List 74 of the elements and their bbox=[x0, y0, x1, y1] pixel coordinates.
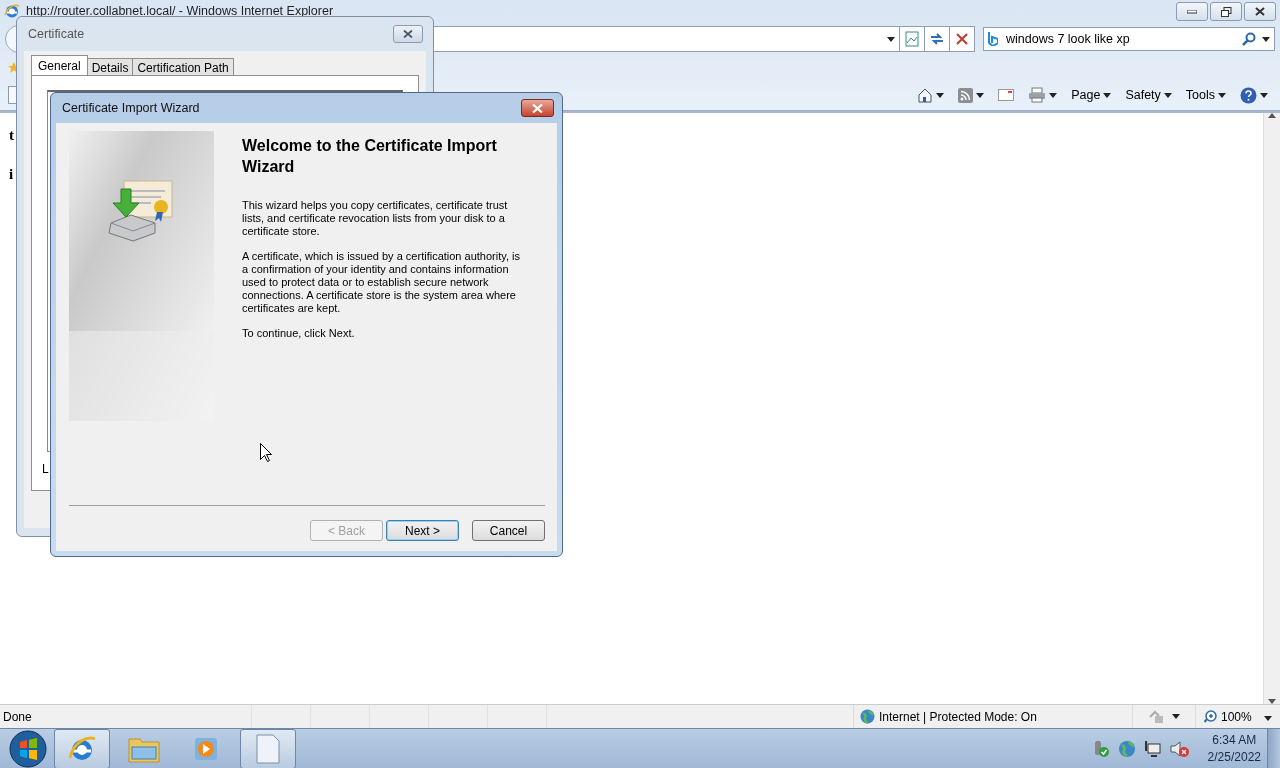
dropdown-icon bbox=[887, 36, 895, 42]
dialog-button[interactable]: Next > bbox=[386, 520, 459, 541]
caret-icon bbox=[1218, 92, 1226, 98]
help-icon bbox=[1240, 86, 1257, 104]
panel-text: L bbox=[42, 461, 49, 476]
dropdown-icon bbox=[1262, 36, 1270, 42]
close-icon bbox=[532, 103, 543, 113]
dialog-title: Certificate Import Wizard bbox=[62, 101, 200, 115]
dropdown-icon bbox=[1264, 715, 1272, 721]
tab[interactable]: Certification Path bbox=[132, 58, 234, 75]
zoom-icon[interactable] bbox=[1204, 710, 1217, 723]
page-text: t bbox=[9, 127, 15, 144]
status-text: Done bbox=[2, 709, 33, 724]
minimize-icon bbox=[1187, 9, 1197, 14]
close-icon bbox=[403, 30, 413, 38]
stop-icon bbox=[956, 33, 968, 45]
close-button[interactable] bbox=[521, 99, 554, 117]
search-field[interactable]: windows 7 look like xp bbox=[983, 27, 1275, 51]
refresh-icon bbox=[929, 31, 945, 47]
clock-date[interactable]: 2/25/2022 bbox=[1207, 749, 1261, 766]
mail-button[interactable] bbox=[996, 87, 1017, 103]
caret-icon bbox=[936, 92, 945, 98]
folder-icon bbox=[128, 735, 160, 763]
caret-icon bbox=[1260, 92, 1268, 98]
dialog-button[interactable]: Cancel bbox=[472, 520, 545, 541]
network-icon[interactable] bbox=[1143, 740, 1162, 758]
caret-icon bbox=[1049, 92, 1058, 98]
scrollbar[interactable] bbox=[1263, 113, 1280, 704]
taskbar-app[interactable] bbox=[54, 729, 110, 768]
wizard-heading: Welcome to the Certificate Import Wizard bbox=[242, 136, 498, 177]
media-player-icon bbox=[193, 736, 219, 762]
wizard-paragraph: This wizard helps you copy certificates, certificate trust lists, and certificate revocation lists from your disk to a certificate store. bbox=[242, 199, 509, 238]
close-icon bbox=[1255, 7, 1265, 16]
start-button[interactable] bbox=[8, 730, 48, 768]
feeds-button[interactable] bbox=[956, 85, 987, 105]
tab[interactable]: Details bbox=[86, 58, 134, 75]
tab[interactable]: General bbox=[31, 55, 88, 75]
zoom-level[interactable]: 100% bbox=[1221, 709, 1252, 724]
close-button[interactable] bbox=[393, 25, 423, 43]
dialog-title: Certificate bbox=[28, 27, 85, 41]
restore-icon bbox=[1220, 6, 1232, 17]
page-chart-icon bbox=[904, 31, 920, 47]
dropdown-icon bbox=[1172, 714, 1180, 719]
menu-button[interactable]: Safety bbox=[1123, 86, 1174, 104]
caret-icon bbox=[1103, 92, 1112, 98]
window-title: http://router.collabnet.local/ - Windows Internet Explorer bbox=[26, 4, 334, 18]
search-engine-icon bbox=[988, 32, 998, 46]
wizard-paragraph: A certificate, which is issued by a certification authority, is a confirmation of your identity and contains information used to protect data or to establish secure network connections. A certificate store is the system area where certificates are kept. bbox=[242, 250, 521, 315]
feed-icon bbox=[958, 87, 974, 103]
search-icon[interactable] bbox=[1242, 32, 1256, 46]
search-input[interactable]: windows 7 look like xp bbox=[1004, 31, 1236, 47]
menu-button[interactable]: Tools bbox=[1183, 86, 1228, 104]
stop-button[interactable] bbox=[950, 26, 975, 52]
caret-icon bbox=[976, 92, 985, 98]
refresh-button[interactable] bbox=[925, 26, 950, 52]
muted-speaker-icon[interactable] bbox=[1169, 740, 1190, 758]
home-icon bbox=[917, 87, 934, 103]
print-button[interactable] bbox=[1026, 85, 1060, 105]
compatibility-button[interactable] bbox=[900, 26, 925, 52]
printer-icon bbox=[1028, 87, 1047, 103]
globe-icon bbox=[860, 709, 875, 724]
clock-time[interactable]: 6:34 AM bbox=[1212, 732, 1257, 749]
caret-icon bbox=[1163, 92, 1172, 98]
cursor-icon bbox=[260, 443, 272, 462]
taskbar-app[interactable] bbox=[240, 729, 296, 768]
close-button[interactable] bbox=[1244, 2, 1276, 21]
menu-button[interactable]: Page bbox=[1069, 86, 1114, 104]
security-zone-text: Internet | Protected Mode: On bbox=[879, 709, 1037, 724]
browser-logo-icon bbox=[4, 3, 20, 19]
document-icon bbox=[256, 734, 280, 764]
restore-button[interactable] bbox=[1210, 2, 1242, 21]
envelope-icon bbox=[998, 89, 1015, 101]
wizard-paragraph: To continue, click Next. bbox=[242, 327, 356, 340]
scroll-up-icon[interactable] bbox=[1268, 113, 1276, 118]
